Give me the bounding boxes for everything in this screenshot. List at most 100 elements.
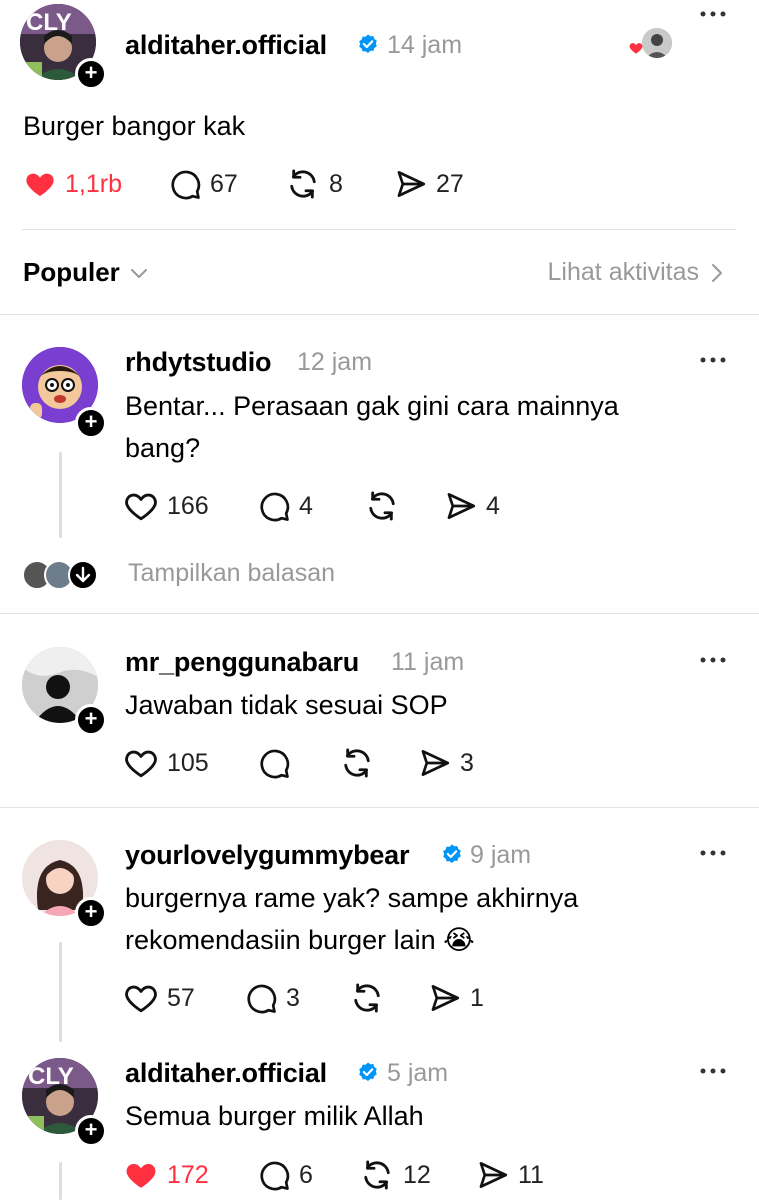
share-button[interactable]: 1: [428, 978, 484, 1018]
reply-avatar-stack: [22, 560, 106, 590]
like-count: 105: [167, 748, 209, 777]
reply-count: 6: [299, 1160, 313, 1189]
comment-icon: [257, 1158, 291, 1192]
view-activity-link[interactable]: Lihat aktivitas: [548, 258, 723, 287]
repost-button[interactable]: 8: [285, 164, 343, 204]
follow-button[interactable]: +: [75, 1115, 107, 1147]
reply-time: 9 jam: [470, 841, 532, 869]
thread-line: [59, 1162, 62, 1200]
verified-badge-icon: [356, 1061, 380, 1085]
show-replies-row[interactable]: Tampilkan balasan: [22, 558, 402, 592]
like-button[interactable]: 57: [123, 978, 195, 1018]
comment-icon: [244, 981, 278, 1015]
like-count: 166: [167, 491, 209, 520]
chevron-right-icon: [712, 263, 722, 282]
follow-button[interactable]: +: [75, 407, 107, 439]
reply-count: 67: [210, 169, 238, 198]
like-button[interactable]: 105: [123, 743, 209, 783]
reply-button[interactable]: 3: [244, 978, 300, 1018]
liked-by-avatar[interactable]: [642, 28, 672, 58]
reply-count: 3: [286, 983, 300, 1012]
share-count: 27: [436, 169, 464, 198]
more-options-icon[interactable]: [698, 9, 728, 19]
repost-count: 8: [329, 169, 343, 198]
send-icon: [418, 746, 452, 780]
divider: [0, 314, 759, 315]
send-icon: [444, 489, 478, 523]
repost-count: 12: [403, 1160, 431, 1189]
reply-username[interactable]: yourlovelygummybear: [125, 840, 410, 871]
reply-username[interactable]: rhdytstudio: [125, 347, 271, 378]
comment-icon: [257, 489, 291, 523]
sort-label: Populer: [23, 257, 120, 287]
thread-line: [59, 452, 62, 538]
repost-icon: [359, 1157, 395, 1193]
send-icon: [394, 167, 428, 201]
more-options-icon[interactable]: [698, 848, 728, 858]
follow-button[interactable]: +: [75, 897, 107, 929]
follow-button[interactable]: +: [75, 58, 107, 90]
heart-outline-icon: [123, 980, 159, 1016]
follow-button[interactable]: +: [75, 704, 107, 736]
heart-filled-icon: [123, 1157, 159, 1193]
reply-text-line-1: Jawaban tidak sesuai SOP: [125, 690, 448, 720]
reply-text-line-2: bang?: [125, 433, 201, 463]
share-button[interactable]: 27: [394, 164, 464, 204]
heart-outline-icon: [123, 488, 159, 524]
like-count: 172: [167, 1160, 209, 1189]
reply-username[interactable]: alditaher.official: [125, 1058, 327, 1089]
repost-icon: [349, 980, 385, 1016]
divider: [0, 807, 759, 808]
reply-text-line-1: burgernya rame yak? sampe akhirnya: [125, 883, 579, 913]
thread-line: [59, 942, 62, 1042]
repost-button[interactable]: 12: [359, 1155, 431, 1195]
reply-text-line-2: rekomendasiin burger lain 😭: [125, 925, 475, 955]
reply-count: 4: [299, 491, 313, 520]
reply-button[interactable]: 67: [168, 164, 238, 204]
verified-badge-icon: [440, 843, 464, 867]
divider: [22, 229, 736, 230]
reply-text-line-1: Bentar... Perasaan gak gini cara mainnya: [125, 391, 619, 421]
like-button[interactable]: 172: [123, 1155, 209, 1195]
reply-time: 12 jam: [297, 348, 373, 376]
reply-button[interactable]: [257, 743, 299, 783]
repost-button[interactable]: [349, 978, 393, 1018]
more-options-icon[interactable]: [698, 1066, 728, 1076]
send-icon: [476, 1158, 510, 1192]
comment-icon: [257, 746, 291, 780]
divider: [0, 613, 759, 614]
liked-by-heart-icon: [628, 40, 644, 56]
view-activity-label: Lihat aktivitas: [547, 258, 699, 286]
sort-dropdown[interactable]: Populer: [23, 257, 148, 288]
repost-button[interactable]: [364, 486, 408, 526]
reply-text-line-1: Semua burger milik Allah: [125, 1101, 424, 1131]
share-count: 11: [518, 1160, 544, 1189]
like-button[interactable]: 1,1rb: [23, 164, 122, 204]
post-time: 14 jam: [387, 31, 463, 59]
reply-username[interactable]: mr_penggunabaru: [125, 647, 359, 678]
repost-icon: [364, 488, 400, 524]
reply-button[interactable]: 4: [257, 486, 313, 526]
share-count: 1: [470, 983, 484, 1012]
more-options-icon[interactable]: [698, 355, 728, 365]
like-count: 1,1rb: [65, 169, 122, 198]
reply-time: 11 jam: [391, 648, 465, 676]
share-count: 4: [486, 491, 500, 520]
verified-badge-icon: [356, 33, 380, 57]
repost-button[interactable]: [339, 743, 383, 783]
share-button[interactable]: 4: [444, 486, 500, 526]
like-button[interactable]: 166: [123, 486, 209, 526]
share-button[interactable]: 11: [476, 1155, 544, 1195]
post-text: Burger bangor kak: [23, 111, 246, 141]
repost-icon: [339, 745, 375, 781]
post-username[interactable]: alditaher.official: [125, 30, 327, 61]
arrow-down-icon: [68, 560, 98, 590]
share-button[interactable]: 3: [418, 743, 474, 783]
reply-button[interactable]: 6: [257, 1155, 313, 1195]
repost-icon: [285, 166, 321, 202]
show-replies-label: Tampilkan balasan: [128, 559, 336, 587]
comment-icon: [168, 167, 202, 201]
heart-outline-icon: [123, 745, 159, 781]
chevron-down-icon: [130, 268, 147, 278]
more-options-icon[interactable]: [698, 655, 728, 665]
